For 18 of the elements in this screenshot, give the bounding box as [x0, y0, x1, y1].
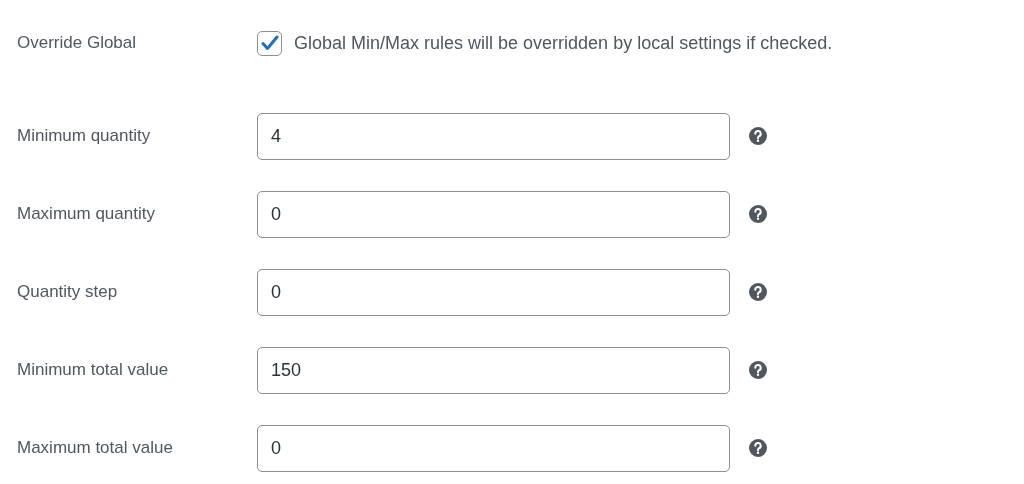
input-field[interactable]: 0 — [257, 424, 730, 472]
field-label: Minimum quantity — [17, 125, 152, 148]
input-field[interactable]: 150 — [257, 346, 730, 394]
help-icon[interactable] — [749, 283, 767, 301]
field-label: Maximum quantity — [17, 203, 156, 226]
input-field[interactable]: 4 — [257, 112, 730, 160]
checkbox[interactable] — [257, 30, 282, 56]
field-label: Maximum total value — [17, 437, 174, 460]
field-label: Override Global — [17, 32, 138, 55]
help-icon[interactable] — [749, 439, 767, 457]
field-label: Quantity step — [17, 281, 119, 304]
help-icon[interactable] — [749, 361, 767, 379]
checkbox-description: Global Min/Max rules will be overridden by local settings if checked. — [294, 31, 833, 55]
field-label: Minimum total value — [17, 359, 170, 382]
input-field[interactable]: 0 — [257, 190, 730, 238]
input-field[interactable]: 0 — [257, 268, 730, 316]
help-icon[interactable] — [749, 205, 767, 223]
help-icon[interactable] — [749, 127, 767, 145]
